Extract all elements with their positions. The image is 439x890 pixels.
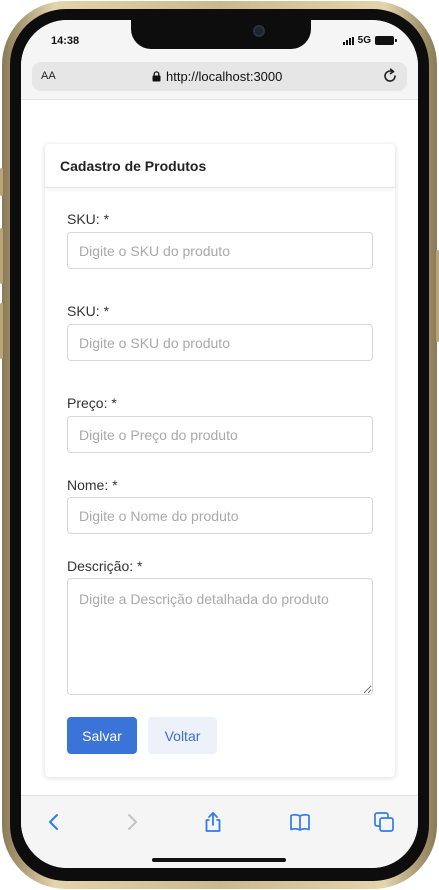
sku-label-2: SKU: * bbox=[67, 303, 110, 319]
description-label: Descrição: * bbox=[67, 558, 143, 574]
address-bar[interactable]: AA http://localhost:3000 bbox=[32, 62, 407, 91]
sku-input-2[interactable] bbox=[67, 324, 373, 361]
bookmarks-icon[interactable] bbox=[288, 810, 312, 834]
status-indicators: 5G bbox=[342, 35, 397, 46]
battery-icon bbox=[375, 36, 397, 45]
side-button-left-2 bbox=[0, 228, 3, 284]
signal-icon bbox=[342, 36, 354, 45]
price-label: Preço: * bbox=[67, 395, 117, 411]
card-title: Cadastro de Produtos bbox=[45, 144, 395, 188]
side-button-left-1 bbox=[0, 168, 3, 196]
save-button[interactable]: Salvar bbox=[67, 717, 137, 754]
reload-icon[interactable] bbox=[381, 67, 399, 85]
address-bar-area: AA http://localhost:3000 bbox=[21, 62, 418, 100]
back-button[interactable]: Voltar bbox=[148, 717, 217, 754]
forward-icon[interactable] bbox=[120, 810, 144, 834]
product-form-card: Cadastro de Produtos SKU: * SKU: * Preço… bbox=[45, 144, 395, 777]
price-input[interactable] bbox=[67, 416, 373, 453]
tabs-icon[interactable] bbox=[372, 810, 396, 834]
sku-input[interactable] bbox=[67, 232, 373, 269]
url-display[interactable]: http://localhost:3000 bbox=[152, 69, 282, 84]
network-label: 5G bbox=[357, 35, 371, 46]
notch bbox=[131, 20, 311, 49]
url-text: http://localhost:3000 bbox=[166, 69, 283, 84]
share-icon[interactable] bbox=[201, 810, 225, 834]
name-label: Nome: * bbox=[67, 477, 118, 493]
back-icon[interactable] bbox=[42, 810, 66, 834]
page-content: Cadastro de Produtos SKU: * SKU: * Preço… bbox=[21, 101, 418, 795]
lock-icon bbox=[152, 71, 161, 82]
text-size-button[interactable]: AA bbox=[41, 70, 56, 82]
description-textarea[interactable] bbox=[67, 578, 373, 695]
name-input[interactable] bbox=[67, 497, 373, 534]
sku-label: SKU: * bbox=[67, 211, 110, 227]
side-button-left-3 bbox=[0, 303, 3, 359]
home-indicator[interactable] bbox=[152, 858, 286, 862]
clock: 14:38 bbox=[51, 35, 80, 47]
screen: 14:38 5G AA http://localhost:3000 Cadast… bbox=[21, 20, 418, 868]
camera-icon bbox=[253, 25, 265, 37]
